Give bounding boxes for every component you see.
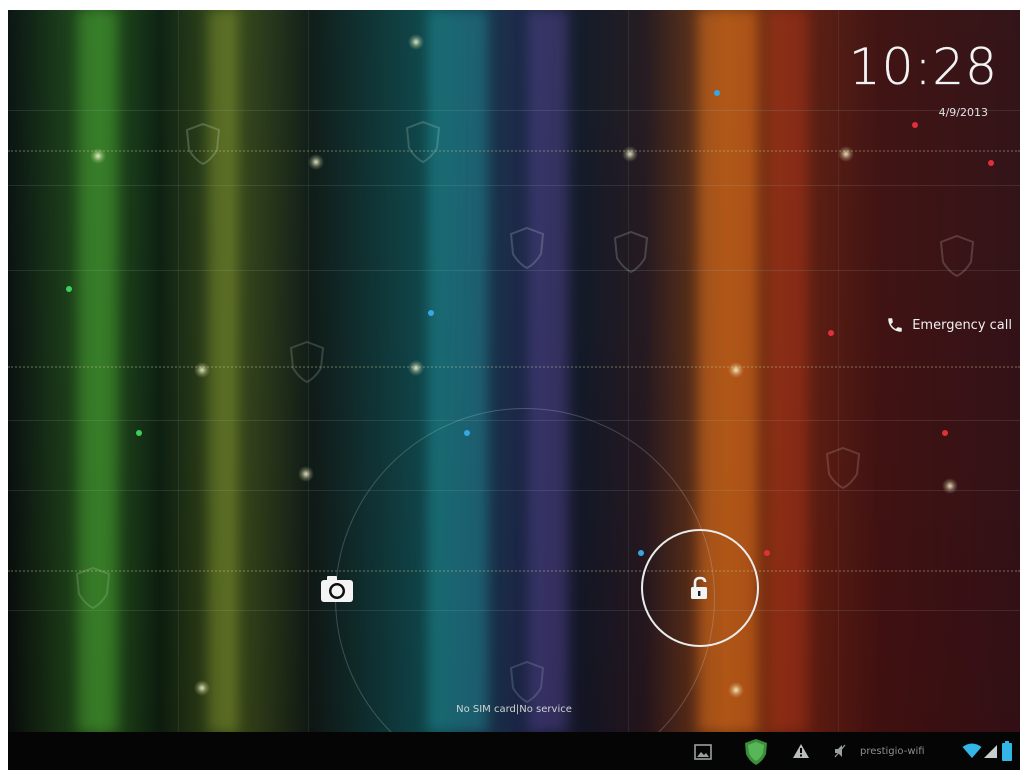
dotted-line [8, 150, 1020, 152]
image-icon [694, 744, 712, 760]
light-glow [298, 466, 314, 482]
grid-line [8, 270, 1020, 271]
light-glow [408, 34, 424, 50]
shield-watermark-icon [405, 120, 441, 164]
grid-line [8, 185, 1020, 186]
dotted-line [8, 366, 1020, 368]
carrier-status: No SIM card|No service [456, 704, 572, 715]
shield-watermark-icon [75, 566, 111, 610]
emergency-call-label: Emergency call [912, 317, 1012, 333]
shield-watermark-icon [185, 122, 221, 166]
battery-icon [1002, 741, 1012, 761]
shield-watermark-icon [289, 340, 325, 384]
wallpaper-dot [988, 160, 994, 166]
unlock-handle[interactable] [641, 529, 759, 647]
wifi-network-name: prestigio-wifi [860, 746, 925, 757]
shield-watermark-icon [613, 230, 649, 274]
warning-icon [792, 743, 810, 759]
emergency-call-button[interactable]: Emergency call [886, 316, 1012, 334]
shield-icon [743, 738, 769, 766]
grid-line [8, 110, 1020, 111]
wallpaper-dot [714, 90, 720, 96]
light-glow [942, 478, 958, 494]
grid-line [838, 10, 839, 732]
signal-icon [984, 743, 998, 759]
wallpaper-streak [208, 10, 238, 732]
status-bar: prestigio-wifi [8, 732, 1020, 770]
light-glow [838, 146, 854, 162]
light-glow [194, 362, 210, 378]
wallpaper-dot [66, 286, 72, 292]
camera-icon [321, 576, 353, 602]
light-glow [408, 360, 424, 376]
wallpaper-dot [764, 550, 770, 556]
phone-icon [888, 318, 902, 332]
wallpaper-dot [428, 310, 434, 316]
wallpaper-dot [136, 430, 142, 436]
lockscreen: 10:28 4/9/2013 Emergency call No SIM car… [8, 10, 1020, 770]
shield-watermark-icon [939, 234, 975, 278]
wallpaper-dot [828, 330, 834, 336]
wallpaper-streak [768, 10, 808, 732]
clock-date: 4/9/2013 [938, 106, 988, 119]
light-glow [728, 362, 744, 378]
wifi-icon [962, 743, 982, 759]
wallpaper-streak [78, 10, 118, 732]
volume-muted-icon [834, 744, 846, 758]
wallpaper-dot [942, 430, 948, 436]
light-glow [308, 154, 324, 170]
light-glow [90, 148, 106, 164]
unlock-icon [691, 576, 707, 599]
light-glow [622, 146, 638, 162]
light-glow [194, 680, 210, 696]
camera-target[interactable] [319, 574, 355, 604]
light-glow [728, 682, 744, 698]
shield-watermark-icon [509, 226, 545, 270]
wallpaper-dot [912, 122, 918, 128]
clock-time: 10:28 [848, 38, 998, 96]
grid-line [178, 10, 179, 732]
shield-watermark-icon [825, 446, 861, 490]
